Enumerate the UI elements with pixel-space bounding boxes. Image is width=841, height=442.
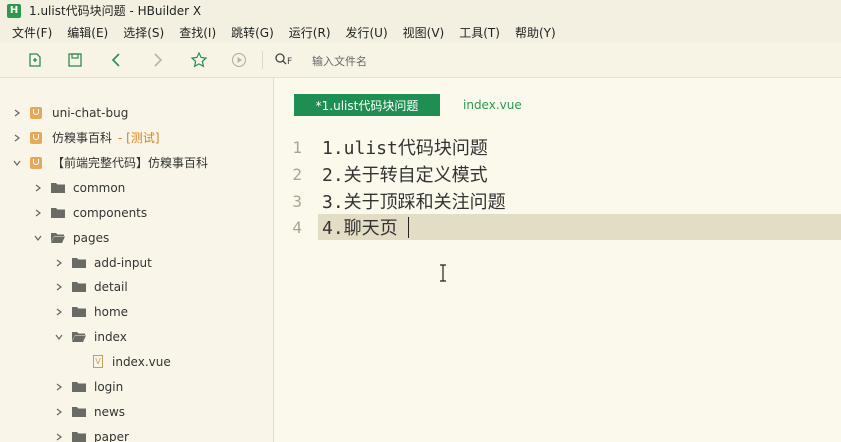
star-icon[interactable]	[190, 51, 208, 69]
folder-label: add-input	[94, 255, 152, 270]
chevron-right-icon[interactable]	[54, 432, 64, 442]
file-search-input[interactable]: 输入文件名	[312, 53, 367, 69]
folder-icon	[72, 306, 86, 317]
ibeam-cursor-icon	[440, 264, 446, 282]
chevron-right-icon[interactable]	[54, 307, 64, 317]
folder-label: detail	[94, 279, 128, 294]
toolbar: F 输入文件名	[0, 43, 841, 78]
search-hint: F	[287, 57, 293, 67]
line-text[interactable]: 1.ulist代码块问题	[322, 134, 488, 160]
menu-select[interactable]: 选择(S)	[117, 24, 170, 41]
menu-edit[interactable]: 编辑(E)	[61, 24, 114, 41]
menu-bar: 文件(F) 编辑(E) 选择(S) 查找(I) 跳转(G) 运行(R) 发行(U…	[0, 21, 841, 43]
tree-project-qiushi-test[interactable]: 仿糗事百科 - [测试]	[0, 125, 273, 150]
file-label: index.vue	[112, 354, 171, 369]
tree-folder-news[interactable]: news	[0, 399, 273, 424]
back-arrow-icon[interactable]	[108, 51, 126, 69]
line-number: 2	[292, 164, 302, 184]
code-line[interactable]: 1 1.ulist代码块问题	[274, 134, 841, 160]
folder-label: login	[94, 379, 124, 394]
project-icon	[30, 106, 42, 119]
forward-arrow-icon[interactable]	[148, 51, 166, 69]
folder-label: home	[94, 304, 129, 319]
project-label: 仿糗事百科	[52, 131, 113, 145]
chevron-down-icon[interactable]	[12, 158, 22, 168]
chevron-right-icon[interactable]	[54, 407, 64, 417]
tab-ulist[interactable]: *1.ulist代码块问题	[294, 94, 440, 116]
line-number: 1	[292, 137, 302, 157]
folder-icon	[72, 431, 86, 442]
code-line[interactable]: 4 4.聊天页	[274, 214, 841, 240]
folder-icon	[51, 182, 65, 193]
text-caret	[408, 217, 409, 238]
tree-folder-detail[interactable]: detail	[0, 274, 273, 299]
menu-goto[interactable]: 跳转(G)	[225, 24, 280, 41]
line-text[interactable]: 4.聊天页	[322, 214, 398, 240]
folder-label: pages	[73, 230, 110, 245]
title-bar: H 1.ulist代码块问题 - HBuilder X	[0, 0, 841, 21]
vue-file-icon: V	[93, 355, 103, 368]
chevron-right-icon[interactable]	[33, 183, 43, 193]
toolbar-separator	[262, 51, 263, 69]
chevron-down-icon[interactable]	[54, 332, 64, 342]
project-icon	[30, 156, 42, 169]
chevron-right-icon[interactable]	[54, 282, 64, 292]
chevron-right-icon[interactable]	[54, 382, 64, 392]
chevron-down-icon[interactable]	[33, 233, 43, 243]
tree-folder-common[interactable]: common	[0, 175, 273, 200]
folder-label: index	[94, 329, 127, 344]
tree-project-uni-chat-bug[interactable]: uni-chat-bug	[0, 100, 273, 125]
line-text[interactable]: 3.关于顶踩和关注问题	[322, 188, 506, 214]
tree-folder-pages[interactable]: pages	[0, 225, 273, 250]
editor-area[interactable]: *1.ulist代码块问题 index.vue 1 1.ulist代码块问题 2…	[274, 78, 841, 442]
menu-publish[interactable]: 发行(U)	[340, 24, 394, 41]
project-label: 【前端完整代码】仿糗事百科	[52, 156, 209, 170]
tab-index-vue[interactable]: index.vue	[463, 94, 522, 116]
tree-folder-index[interactable]: index	[0, 324, 273, 349]
chevron-right-icon[interactable]	[12, 108, 22, 118]
menu-help[interactable]: 帮助(Y)	[509, 24, 562, 41]
menu-file[interactable]: 文件(F)	[6, 24, 58, 41]
project-tag: - [测试]	[118, 131, 160, 145]
code-line[interactable]: 2 2.关于转自定义模式	[274, 161, 841, 187]
folder-label: components	[73, 205, 148, 220]
chevron-right-icon[interactable]	[12, 133, 22, 143]
line-number: 3	[292, 191, 302, 211]
folder-icon	[72, 406, 86, 417]
code-line[interactable]: 3 3.关于顶踩和关注问题	[274, 188, 841, 214]
tree-folder-components[interactable]: components	[0, 200, 273, 225]
chevron-right-icon[interactable]	[33, 208, 43, 218]
save-icon[interactable]	[66, 51, 84, 69]
folder-icon	[72, 281, 86, 292]
window-title: 1.ulist代码块问题 - HBuilder X	[29, 4, 202, 18]
menu-run[interactable]: 运行(R)	[283, 24, 337, 41]
folder-icon	[51, 207, 65, 218]
tree-project-qiushi-full[interactable]: 【前端完整代码】仿糗事百科	[0, 150, 273, 175]
chevron-right-icon[interactable]	[54, 258, 64, 268]
folder-open-icon	[51, 232, 65, 243]
folder-label: common	[73, 180, 126, 195]
line-text[interactable]: 2.关于转自定义模式	[322, 161, 488, 187]
tree-folder-add-input[interactable]: add-input	[0, 250, 273, 275]
run-icon[interactable]	[230, 51, 248, 69]
menu-tools[interactable]: 工具(T)	[453, 24, 506, 41]
folder-icon	[72, 257, 86, 268]
project-icon	[30, 131, 42, 144]
menu-find[interactable]: 查找(I)	[173, 24, 222, 41]
project-explorer: uni-chat-bug 仿糗事百科 - [测试] 【前端完整代码】仿糗事百科 …	[0, 78, 274, 442]
project-label: uni-chat-bug	[52, 105, 129, 120]
folder-open-icon	[72, 331, 86, 342]
folder-label: news	[94, 404, 126, 419]
menu-view[interactable]: 视图(V)	[397, 24, 451, 41]
tree-folder-paper[interactable]: paper	[0, 424, 273, 442]
tree-folder-home[interactable]: home	[0, 299, 273, 324]
folder-label: paper	[94, 429, 129, 442]
new-file-icon[interactable]	[26, 51, 44, 69]
line-number: 4	[292, 217, 302, 237]
hbuilder-logo-icon: H	[7, 3, 21, 18]
tree-folder-login[interactable]: login	[0, 374, 273, 399]
tree-file-index-vue[interactable]: V index.vue	[0, 349, 273, 374]
folder-icon	[72, 381, 86, 392]
